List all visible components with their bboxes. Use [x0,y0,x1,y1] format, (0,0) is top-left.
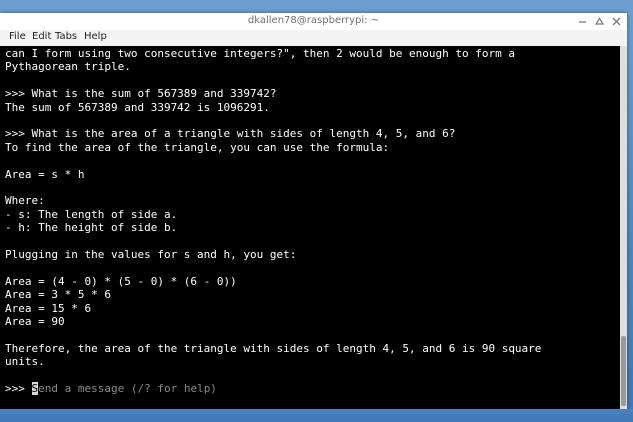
terminal-line: Area = 90 [5,315,65,328]
terminal-line: Therefore, the area of the triangle with… [5,341,542,355]
input-prompt-line[interactable]: >>> Send a message (/? for help) [5,382,217,395]
terminal-line: The sum of 567389 and 339742 is 1096291. [5,100,270,114]
terminal-line: units. [5,355,45,369]
terminal-line: Area = (4 - 0) * (5 - 0) * (6 - 0)) [5,274,237,288]
close-icon[interactable] [611,16,622,27]
terminal-line: To find the area of the triangle, you ca… [5,140,390,154]
menu-tabs[interactable]: Tabs [53,31,79,42]
terminal-scrollbar[interactable] [620,46,627,409]
terminal-output[interactable]: can I form using two consecutive integer… [0,46,620,409]
terminal-line: can I form using two consecutive integer… [5,47,515,60]
terminal-line: Pythagorean triple. [5,60,131,74]
terminal-line: - s: The length of side a. [5,207,178,221]
terminal-line: - h: The height of side b. [5,221,178,235]
terminal-line: Plugging in the values for s and h, you … [5,248,297,261]
maximize-icon[interactable] [594,16,605,27]
terminal-line: Where: [5,194,45,208]
menu-file[interactable]: File [7,31,28,42]
terminal-line: Area = 3 * 5 * 6 [5,288,111,302]
menu-edit[interactable]: Edit [30,31,53,42]
window-title: dkallen78@raspberrypi: ~ [247,15,380,26]
menu-bar: File Edit Tabs Help [0,30,627,47]
scrollbar-thumb[interactable] [621,336,626,406]
input-placeholder: end a message (/? for help) [38,382,217,395]
desktop-background [0,409,633,422]
terminal-line: Area = 15 * 6 [5,301,92,315]
terminal-line: >>> What is the area of a triangle with … [5,127,456,141]
minimize-icon[interactable] [577,16,588,27]
terminal-line: Area = s * h [5,167,85,181]
terminal-window: dkallen78@raspberrypi: ~ File Edit Tabs … [0,13,627,409]
terminal-line: >>> What is the sum of 567389 and 339742… [5,87,277,101]
title-bar[interactable]: dkallen78@raspberrypi: ~ [0,13,627,30]
prompt-marker: >>> [5,382,32,395]
menu-help[interactable]: Help [82,31,109,42]
